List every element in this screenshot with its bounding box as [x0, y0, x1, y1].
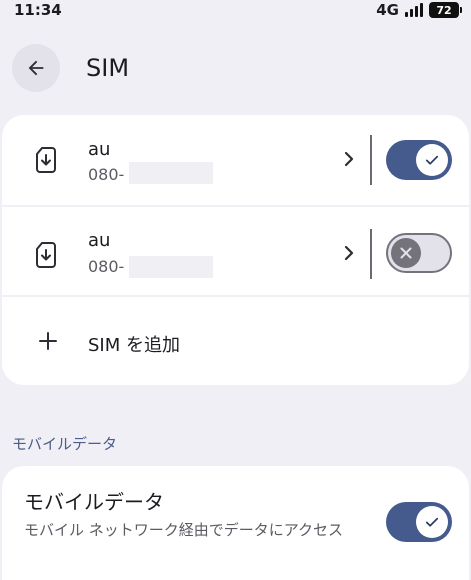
mobile-data-toggle[interactable]	[386, 502, 452, 542]
divider-vertical	[370, 135, 372, 185]
divider-vertical	[370, 229, 372, 279]
sim-item-2[interactable]: au 080-	[2, 207, 469, 295]
signal-icon	[405, 3, 423, 17]
status-time: 11:34	[14, 1, 62, 19]
sim-carrier-name: au	[88, 139, 111, 160]
sim-download-icon	[36, 242, 56, 268]
toggle-knob	[416, 144, 448, 176]
section-header-mobile-data: モバイルデータ	[12, 435, 118, 453]
status-bar: 11:34 4G 72	[0, 0, 471, 22]
toggle-knob	[416, 506, 448, 538]
app-bar: SIM	[0, 42, 471, 98]
sim-2-toggle[interactable]	[386, 233, 452, 273]
mobile-data-card[interactable]: モバイルデータ モバイル ネットワーク経由でデータにアクセス	[2, 466, 469, 580]
chevron-right-icon	[344, 245, 354, 261]
sim-carrier-name: au	[88, 230, 111, 251]
battery-level: 72	[436, 3, 452, 17]
sim-1-toggle[interactable]	[386, 140, 452, 180]
close-icon	[400, 247, 412, 259]
battery-icon: 72	[429, 2, 462, 18]
network-type: 4G	[376, 1, 399, 19]
arrow-left-icon	[28, 60, 44, 76]
toggle-knob	[391, 238, 421, 268]
mobile-data-description: モバイル ネットワーク経由でデータにアクセス	[24, 521, 344, 539]
chevron-right-icon	[344, 151, 354, 167]
check-icon	[425, 155, 439, 165]
mobile-data-title: モバイルデータ	[24, 490, 164, 514]
sim-phone-number: 080-	[88, 257, 125, 276]
add-sim-item[interactable]: SIM を追加	[2, 297, 469, 385]
sim-list-card: au 080- au 080- SIM を追加	[2, 115, 469, 385]
sim-download-icon	[36, 147, 56, 173]
redacted-number	[129, 256, 213, 278]
redacted-number	[129, 162, 213, 184]
status-indicators: 4G 72	[376, 1, 462, 19]
sim-phone-number: 080-	[88, 165, 125, 184]
check-icon	[425, 517, 439, 527]
add-sim-label: SIM を追加	[88, 335, 180, 356]
page-title: SIM	[86, 54, 130, 82]
sim-item-1[interactable]: au 080-	[2, 115, 469, 205]
back-button[interactable]	[12, 44, 60, 92]
plus-icon	[39, 332, 57, 350]
